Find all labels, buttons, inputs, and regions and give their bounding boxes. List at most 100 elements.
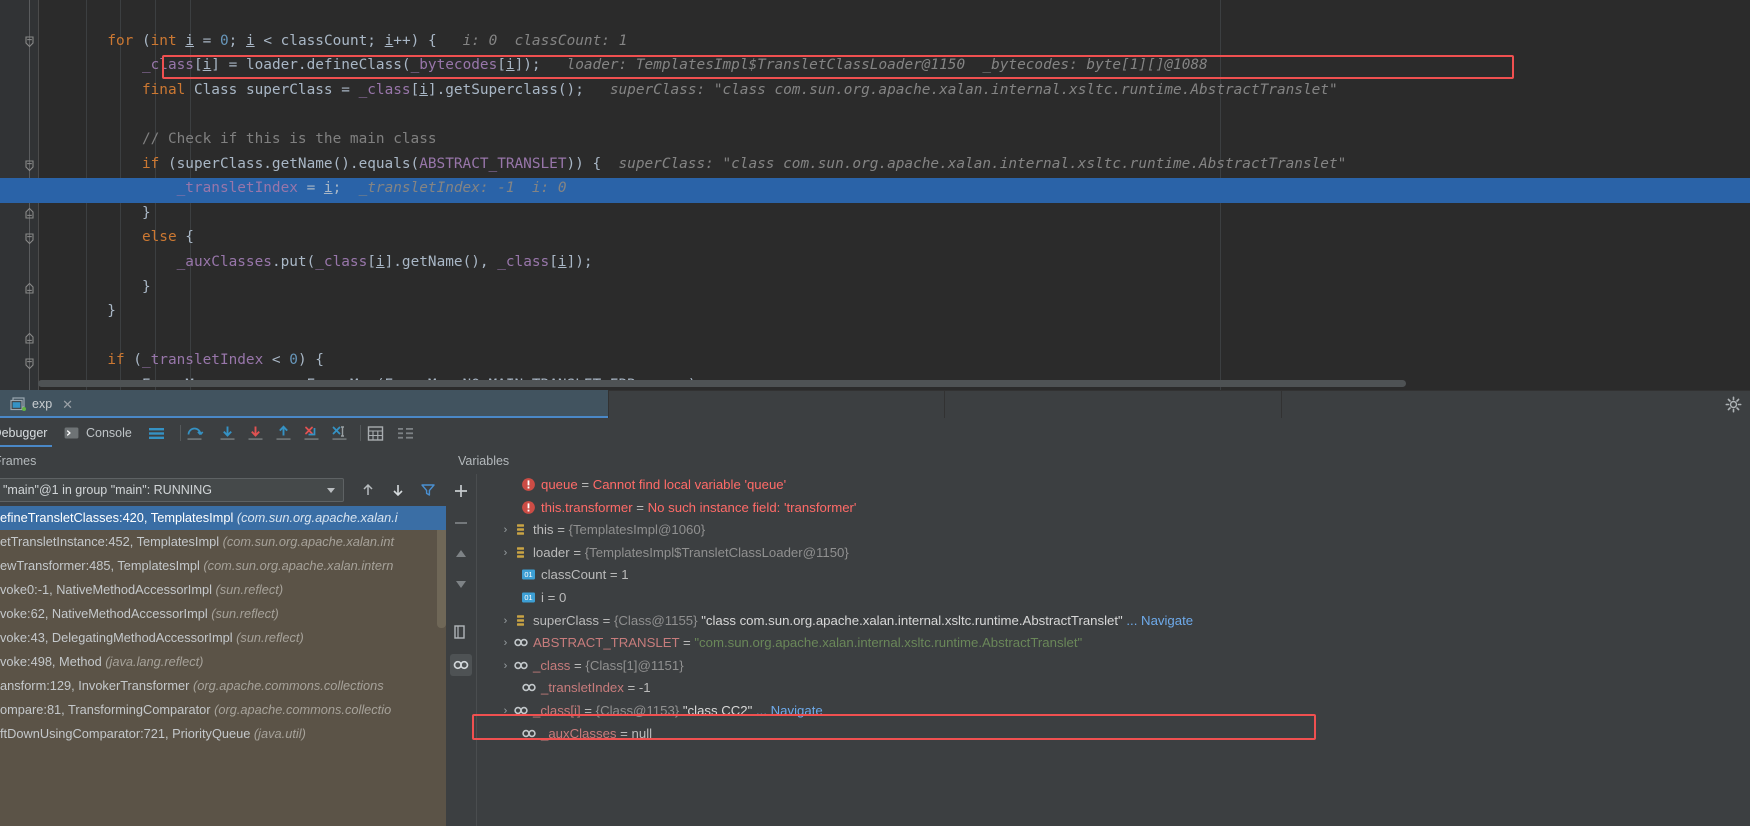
stack-frame-row[interactable]: ewTransformer:485, TemplatesImpl (com.su…	[0, 554, 446, 578]
code-line[interactable]: }	[0, 299, 1750, 324]
stack-frame-package: (java.lang.reflect)	[105, 654, 204, 669]
chevron-right-icon[interactable]: ›	[499, 519, 512, 542]
chevron-right-icon[interactable]: ›	[499, 542, 512, 565]
code-token: 0	[289, 352, 298, 369]
thread-dropdown-value: "main"@1 in group "main": RUNNING	[3, 483, 212, 497]
plus-icon[interactable]	[450, 480, 472, 502]
code-token: i	[323, 180, 333, 197]
code-line[interactable]: // Check if this is the main class	[0, 127, 1750, 152]
code-token: superClass: "class com.sun.org.apache.xa…	[601, 155, 1347, 172]
code-token: [	[549, 254, 558, 270]
tab-console-label: Console	[86, 426, 132, 440]
navigate-link[interactable]: ... Navigate	[1123, 613, 1193, 628]
variable-row[interactable]: › ABSTRACT_TRANSLET = "com.sun.org.apache…	[477, 632, 1750, 655]
tab-exp[interactable]: exp ✕	[0, 390, 608, 418]
stack-frame-row[interactable]: ompare:81, TransformingComparator (org.a…	[0, 698, 446, 722]
step-into-icon[interactable]	[218, 424, 237, 443]
code-token: (superClass.getName().equals(	[159, 155, 420, 172]
code-line[interactable]: if (superClass.getName().equals(ABSTRACT…	[0, 152, 1750, 177]
annotation-box-define-class	[162, 55, 1514, 79]
variable-equals: =	[679, 635, 695, 651]
variables-tree[interactable]: queue = Cannot find local variable 'queu…	[477, 474, 1750, 826]
code-line[interactable]	[0, 324, 1750, 349]
editor-tab-bar: exp ✕	[0, 390, 1750, 418]
svg-text:01: 01	[524, 571, 532, 580]
arrow-up-icon[interactable]	[450, 544, 472, 566]
variable-row[interactable]: › _class = {Class[1]@1151}	[477, 655, 1750, 678]
code-line[interactable]	[0, 102, 1750, 127]
variable-row[interactable]: › this = {TemplatesImpl@1060}	[477, 519, 1750, 542]
step-out-icon[interactable]	[274, 424, 293, 443]
show-execution-point-icon[interactable]	[147, 424, 166, 443]
trace-current-stream-icon[interactable]	[396, 424, 415, 443]
minus-icon[interactable]	[450, 512, 472, 534]
object-icon	[513, 613, 528, 628]
code-token: i	[185, 32, 194, 49]
code-token: if	[141, 155, 160, 172]
thread-dropdown[interactable]: "main"@1 in group "main": RUNNING	[0, 478, 344, 502]
drop-frame-icon[interactable]	[302, 424, 321, 443]
call-stack-list[interactable]: efineTransletClasses:420, TemplatesImpl …	[0, 506, 446, 826]
code-line[interactable]: else {	[0, 225, 1750, 250]
chevron-right-icon[interactable]: ›	[499, 655, 512, 678]
code-token: =	[297, 180, 324, 197]
stack-frame-row[interactable]: efineTransletClasses:420, TemplatesImpl …	[0, 506, 446, 530]
variable-row[interactable]: › loader = {TemplatesImpl$TransletClassLo…	[477, 542, 1750, 565]
variable-equals: =	[632, 499, 648, 515]
stack-frame-row[interactable]: ftDownUsingComparator:721, PriorityQueue…	[0, 722, 446, 746]
variables-panel: Variables queue = Cannot find local vari…	[446, 448, 1750, 826]
stack-frame-method: ompare:81, TransformingComparator	[0, 702, 215, 717]
stack-frame-package: (org.apache.commons.collections	[192, 678, 384, 693]
static-fields-icon[interactable]	[450, 654, 472, 676]
stack-frame-row[interactable]: ansform:129, InvokerTransformer (org.apa…	[0, 674, 446, 698]
gear-icon[interactable]	[1725, 396, 1742, 413]
code-line[interactable]: _transletIndex = i; _transletIndex: -1 i…	[0, 176, 1750, 201]
evaluate-expression-icon[interactable]	[366, 424, 385, 443]
chevron-right-icon[interactable]: ›	[499, 632, 512, 655]
stack-frame-package: (com.sun.org.apache.xalan.intern	[203, 558, 394, 573]
code-line[interactable]: }	[0, 275, 1750, 300]
arrow-down-icon[interactable]	[390, 482, 406, 498]
editor-horizontal-scrollbar[interactable]	[38, 380, 1406, 387]
stack-frame-method: ansform:129, InvokerTransformer	[0, 678, 193, 693]
variable-name: this.transformer	[541, 499, 633, 515]
tab-debugger[interactable]: Debugger	[0, 418, 52, 448]
code-token: .put(	[271, 254, 316, 270]
chevron-right-icon[interactable]: ›	[499, 610, 512, 633]
copy-value-icon[interactable]	[450, 622, 472, 644]
stack-frame-row[interactable]: etTransletInstance:452, TemplatesImpl (c…	[0, 530, 446, 554]
stack-frame-row[interactable]: voke0:-1, NativeMethodAccessorImpl (sun.…	[0, 578, 446, 602]
error-icon	[521, 500, 536, 515]
stack-frame-row[interactable]: voke:498, Method (java.lang.reflect)	[0, 650, 446, 674]
code-token: ++) {	[393, 32, 437, 49]
arrow-down-icon[interactable]	[450, 572, 472, 594]
arrow-up-icon[interactable]	[360, 482, 376, 498]
variable-row[interactable]: queue = Cannot find local variable 'queu…	[477, 474, 1750, 497]
variable-name: superClass	[533, 612, 599, 628]
code-token: ].getSuperclass();	[427, 81, 584, 98]
step-over-icon[interactable]	[185, 424, 204, 443]
debugger-toolbar: Debugger Console	[0, 418, 1750, 448]
code-token: }	[38, 278, 151, 295]
close-icon[interactable]: ✕	[62, 398, 73, 411]
code-line[interactable]: final Class superClass = _class[i].getSu…	[0, 78, 1750, 103]
variable-row[interactable]: 01 i = 0	[477, 587, 1750, 610]
code-token: for	[107, 32, 134, 49]
code-editor[interactable]: for (int i = 0; i < classCount; i++) { i…	[0, 0, 1750, 390]
code-line[interactable]: if (_transletIndex < 0) {	[0, 348, 1750, 373]
code-token: if	[107, 352, 125, 369]
code-line[interactable]	[0, 4, 1750, 29]
code-line[interactable]: _auxClasses.put(_class[i].getName(), _cl…	[0, 250, 1750, 275]
filter-icon[interactable]	[420, 482, 436, 498]
variable-row[interactable]: _transletIndex = -1	[477, 677, 1750, 700]
stack-frame-row[interactable]: voke:62, NativeMethodAccessorImpl (sun.r…	[0, 602, 446, 626]
variable-row[interactable]: 01 classCount = 1	[477, 564, 1750, 587]
force-step-into-icon[interactable]	[246, 424, 265, 443]
variable-row[interactable]: this.transformer = No such instance fiel…	[477, 497, 1750, 520]
run-to-cursor-icon[interactable]	[330, 424, 349, 443]
variable-row[interactable]: › superClass = {Class@1155} "class com.su…	[477, 610, 1750, 633]
code-line[interactable]: for (int i = 0; i < classCount; i++) { i…	[0, 29, 1750, 54]
code-line[interactable]: }	[0, 201, 1750, 226]
stack-frame-row[interactable]: voke:43, DelegatingMethodAccessorImpl (s…	[0, 626, 446, 650]
